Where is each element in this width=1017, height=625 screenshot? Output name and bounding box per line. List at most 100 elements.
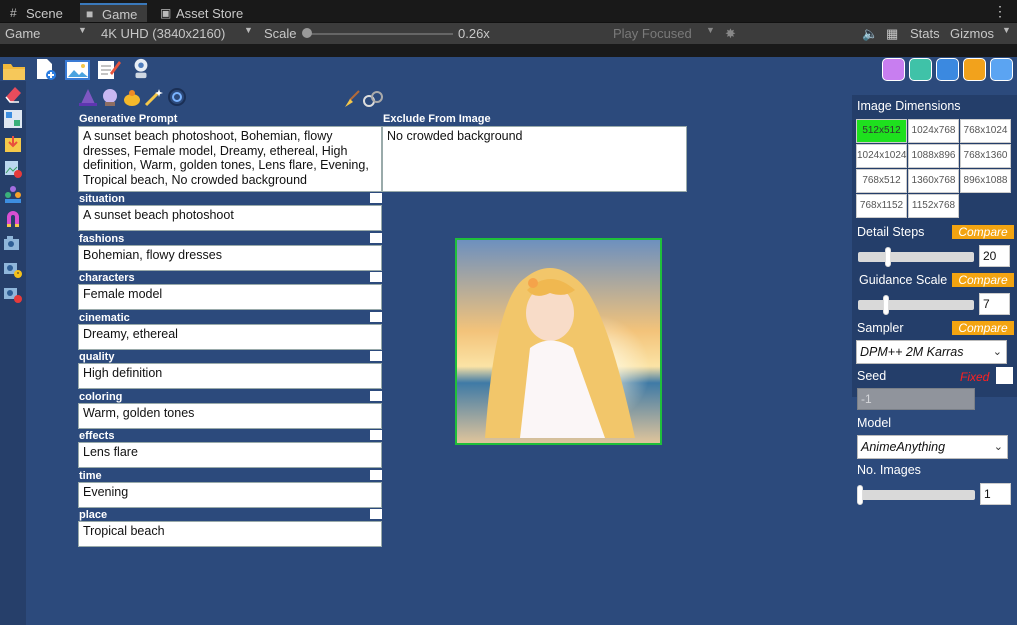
magnet-icon[interactable] — [3, 208, 23, 230]
seed-label: Seed — [857, 369, 887, 383]
dimension-896x1088[interactable]: 896x1088 — [960, 169, 1011, 193]
place-input[interactable]: Tropical beach — [78, 521, 382, 547]
coloring-toggle[interactable] — [370, 391, 382, 401]
camera-list-icon[interactable] — [3, 233, 23, 255]
folder-icon[interactable] — [2, 60, 26, 82]
play-focused-dropdown[interactable]: Play Focused — [613, 25, 692, 42]
layout-icon[interactable] — [3, 108, 23, 130]
model-select[interactable]: AnimeAnything ⌄ — [857, 435, 1008, 459]
coloring-label: coloring — [79, 391, 123, 403]
keyboard-icon[interactable]: ▦ — [886, 25, 898, 42]
resolution-dropdown[interactable]: 4K UHD (3840x2160) — [101, 25, 225, 42]
generative-prompt-label: Generative Prompt — [79, 113, 178, 125]
number-of-images-slider-handle[interactable] — [857, 485, 863, 505]
gizmos-button[interactable]: Gizmos — [950, 25, 994, 42]
chevron-down-icon: ▼ — [244, 25, 253, 35]
stats-button[interactable]: Stats — [910, 25, 940, 42]
time-toggle[interactable] — [370, 470, 382, 480]
number-of-images-slider[interactable] — [859, 490, 975, 500]
situation-toggle[interactable] — [370, 193, 382, 203]
edit-notes-icon[interactable] — [96, 58, 121, 80]
number-of-images-input[interactable]: 1 — [980, 483, 1011, 505]
effects-toggle[interactable] — [370, 430, 382, 440]
bug-icon[interactable]: ✸ — [725, 25, 736, 42]
wizard-hat-icon[interactable] — [78, 87, 98, 107]
time-input[interactable]: Evening — [78, 482, 382, 508]
lightbulb-icon[interactable] — [882, 58, 905, 81]
detail-steps-slider-handle[interactable] — [885, 247, 891, 267]
place-toggle[interactable] — [370, 509, 382, 519]
game-view-toolbar: Game ▼ 4K UHD (3840x2160) ▼ Scale 0.26x … — [0, 23, 1017, 44]
coloring-input[interactable]: Warm, golden tones — [78, 403, 382, 429]
guidance-scale-input[interactable]: 7 — [979, 293, 1010, 315]
seed-fixed-checkbox[interactable] — [996, 367, 1013, 384]
dimension-1360x768[interactable]: 1360x768 — [908, 169, 959, 193]
dimension-768x1360[interactable]: 768x1360 — [960, 144, 1011, 168]
gamepad-icon: ■ — [86, 7, 94, 21]
import-icon[interactable] — [3, 133, 23, 155]
dimension-1152x768[interactable]: 1152x768 — [908, 194, 959, 218]
quality-input[interactable]: High definition — [78, 363, 382, 389]
calendar-icon[interactable] — [909, 58, 932, 81]
tab-asset-store[interactable]: ▣ Asset Store — [154, 4, 243, 23]
characters-input[interactable]: Female model — [78, 284, 382, 310]
group-icon[interactable] — [3, 183, 23, 205]
scale-slider-track[interactable] — [306, 33, 453, 35]
warning-camera-icon[interactable] — [3, 258, 23, 280]
cinematic-label: cinematic — [79, 312, 130, 324]
quality-toggle[interactable] — [370, 351, 382, 361]
detail-steps-input[interactable]: 20 — [979, 245, 1010, 267]
cinematic-input[interactable]: Dreamy, ethereal — [78, 324, 382, 350]
eraser-icon[interactable] — [3, 83, 23, 105]
dimension-768x512[interactable]: 768x512 — [856, 169, 907, 193]
display-dropdown[interactable]: Game — [5, 25, 40, 42]
sampler-compare-button[interactable]: Compare — [952, 321, 1014, 335]
detail-steps-compare-button[interactable]: Compare — [952, 225, 1014, 239]
fashions-toggle[interactable] — [370, 233, 382, 243]
user-icon[interactable] — [963, 58, 986, 81]
tab-game[interactable]: ■ Game — [80, 3, 148, 22]
scale-slider-handle[interactable] — [302, 28, 312, 38]
exclude-textarea[interactable]: No crowded background — [382, 126, 687, 192]
effects-input[interactable]: Lens flare — [78, 442, 382, 468]
seed-input[interactable]: -1 — [857, 388, 975, 410]
guidance-scale-slider[interactable] — [858, 300, 974, 310]
dimension-768x1024[interactable]: 768x1024 — [960, 119, 1011, 143]
guidance-scale-slider-handle[interactable] — [883, 295, 889, 315]
game-view: Generative Prompt A sunset beach photosh… — [0, 57, 1017, 625]
guidance-scale-compare-button[interactable]: Compare — [952, 273, 1014, 287]
remove-image-icon[interactable] — [3, 158, 23, 180]
place-label: place — [79, 509, 108, 521]
error-camera-icon[interactable] — [3, 283, 23, 305]
fashions-input[interactable]: Bohemian, flowy dresses — [78, 245, 382, 271]
sampler-select[interactable]: DPM++ 2M Karras ⌄ — [856, 340, 1007, 364]
magic-wand-icon[interactable] — [144, 87, 164, 107]
broom-icon[interactable] — [342, 89, 362, 109]
cinematic-toggle[interactable] — [370, 312, 382, 322]
dimension-1088x896[interactable]: 1088x896 — [908, 144, 959, 168]
pot-icon[interactable] — [122, 87, 142, 107]
robot-icon[interactable] — [129, 57, 153, 79]
generative-prompt-textarea[interactable]: A sunset beach photoshoot, Bohemian, flo… — [78, 126, 382, 192]
logout-icon[interactable] — [990, 58, 1013, 81]
new-document-icon[interactable] — [35, 58, 57, 80]
grid-icon: # — [10, 6, 17, 20]
dimension-768x1152[interactable]: 768x1152 — [856, 194, 907, 218]
dimension-1024x1024[interactable]: 1024x1024 — [856, 144, 907, 168]
detail-steps-label: Detail Steps — [857, 225, 925, 239]
settings-wheel-icon[interactable] — [167, 87, 187, 107]
dimension-512x512[interactable]: 512x512 — [856, 119, 907, 143]
tab-scene[interactable]: # Scene — [4, 4, 63, 23]
dimension-1024x768[interactable]: 1024x768 — [908, 119, 959, 143]
characters-toggle[interactable] — [370, 272, 382, 282]
id-card-icon[interactable] — [936, 58, 959, 81]
image-icon[interactable] — [65, 59, 90, 81]
model-label: Model — [857, 416, 892, 430]
more-options-icon[interactable]: ⋮ — [993, 3, 1007, 20]
detail-steps-slider[interactable] — [858, 252, 974, 262]
speaker-icon[interactable]: 🔈 — [862, 25, 878, 42]
crystal-ball-icon[interactable] — [100, 87, 120, 107]
settings-panel: Image Dimensions 512x512 1024x768 768x10… — [852, 95, 1017, 397]
link-icon[interactable] — [362, 89, 384, 109]
situation-input[interactable]: A sunset beach photoshoot — [78, 205, 382, 231]
